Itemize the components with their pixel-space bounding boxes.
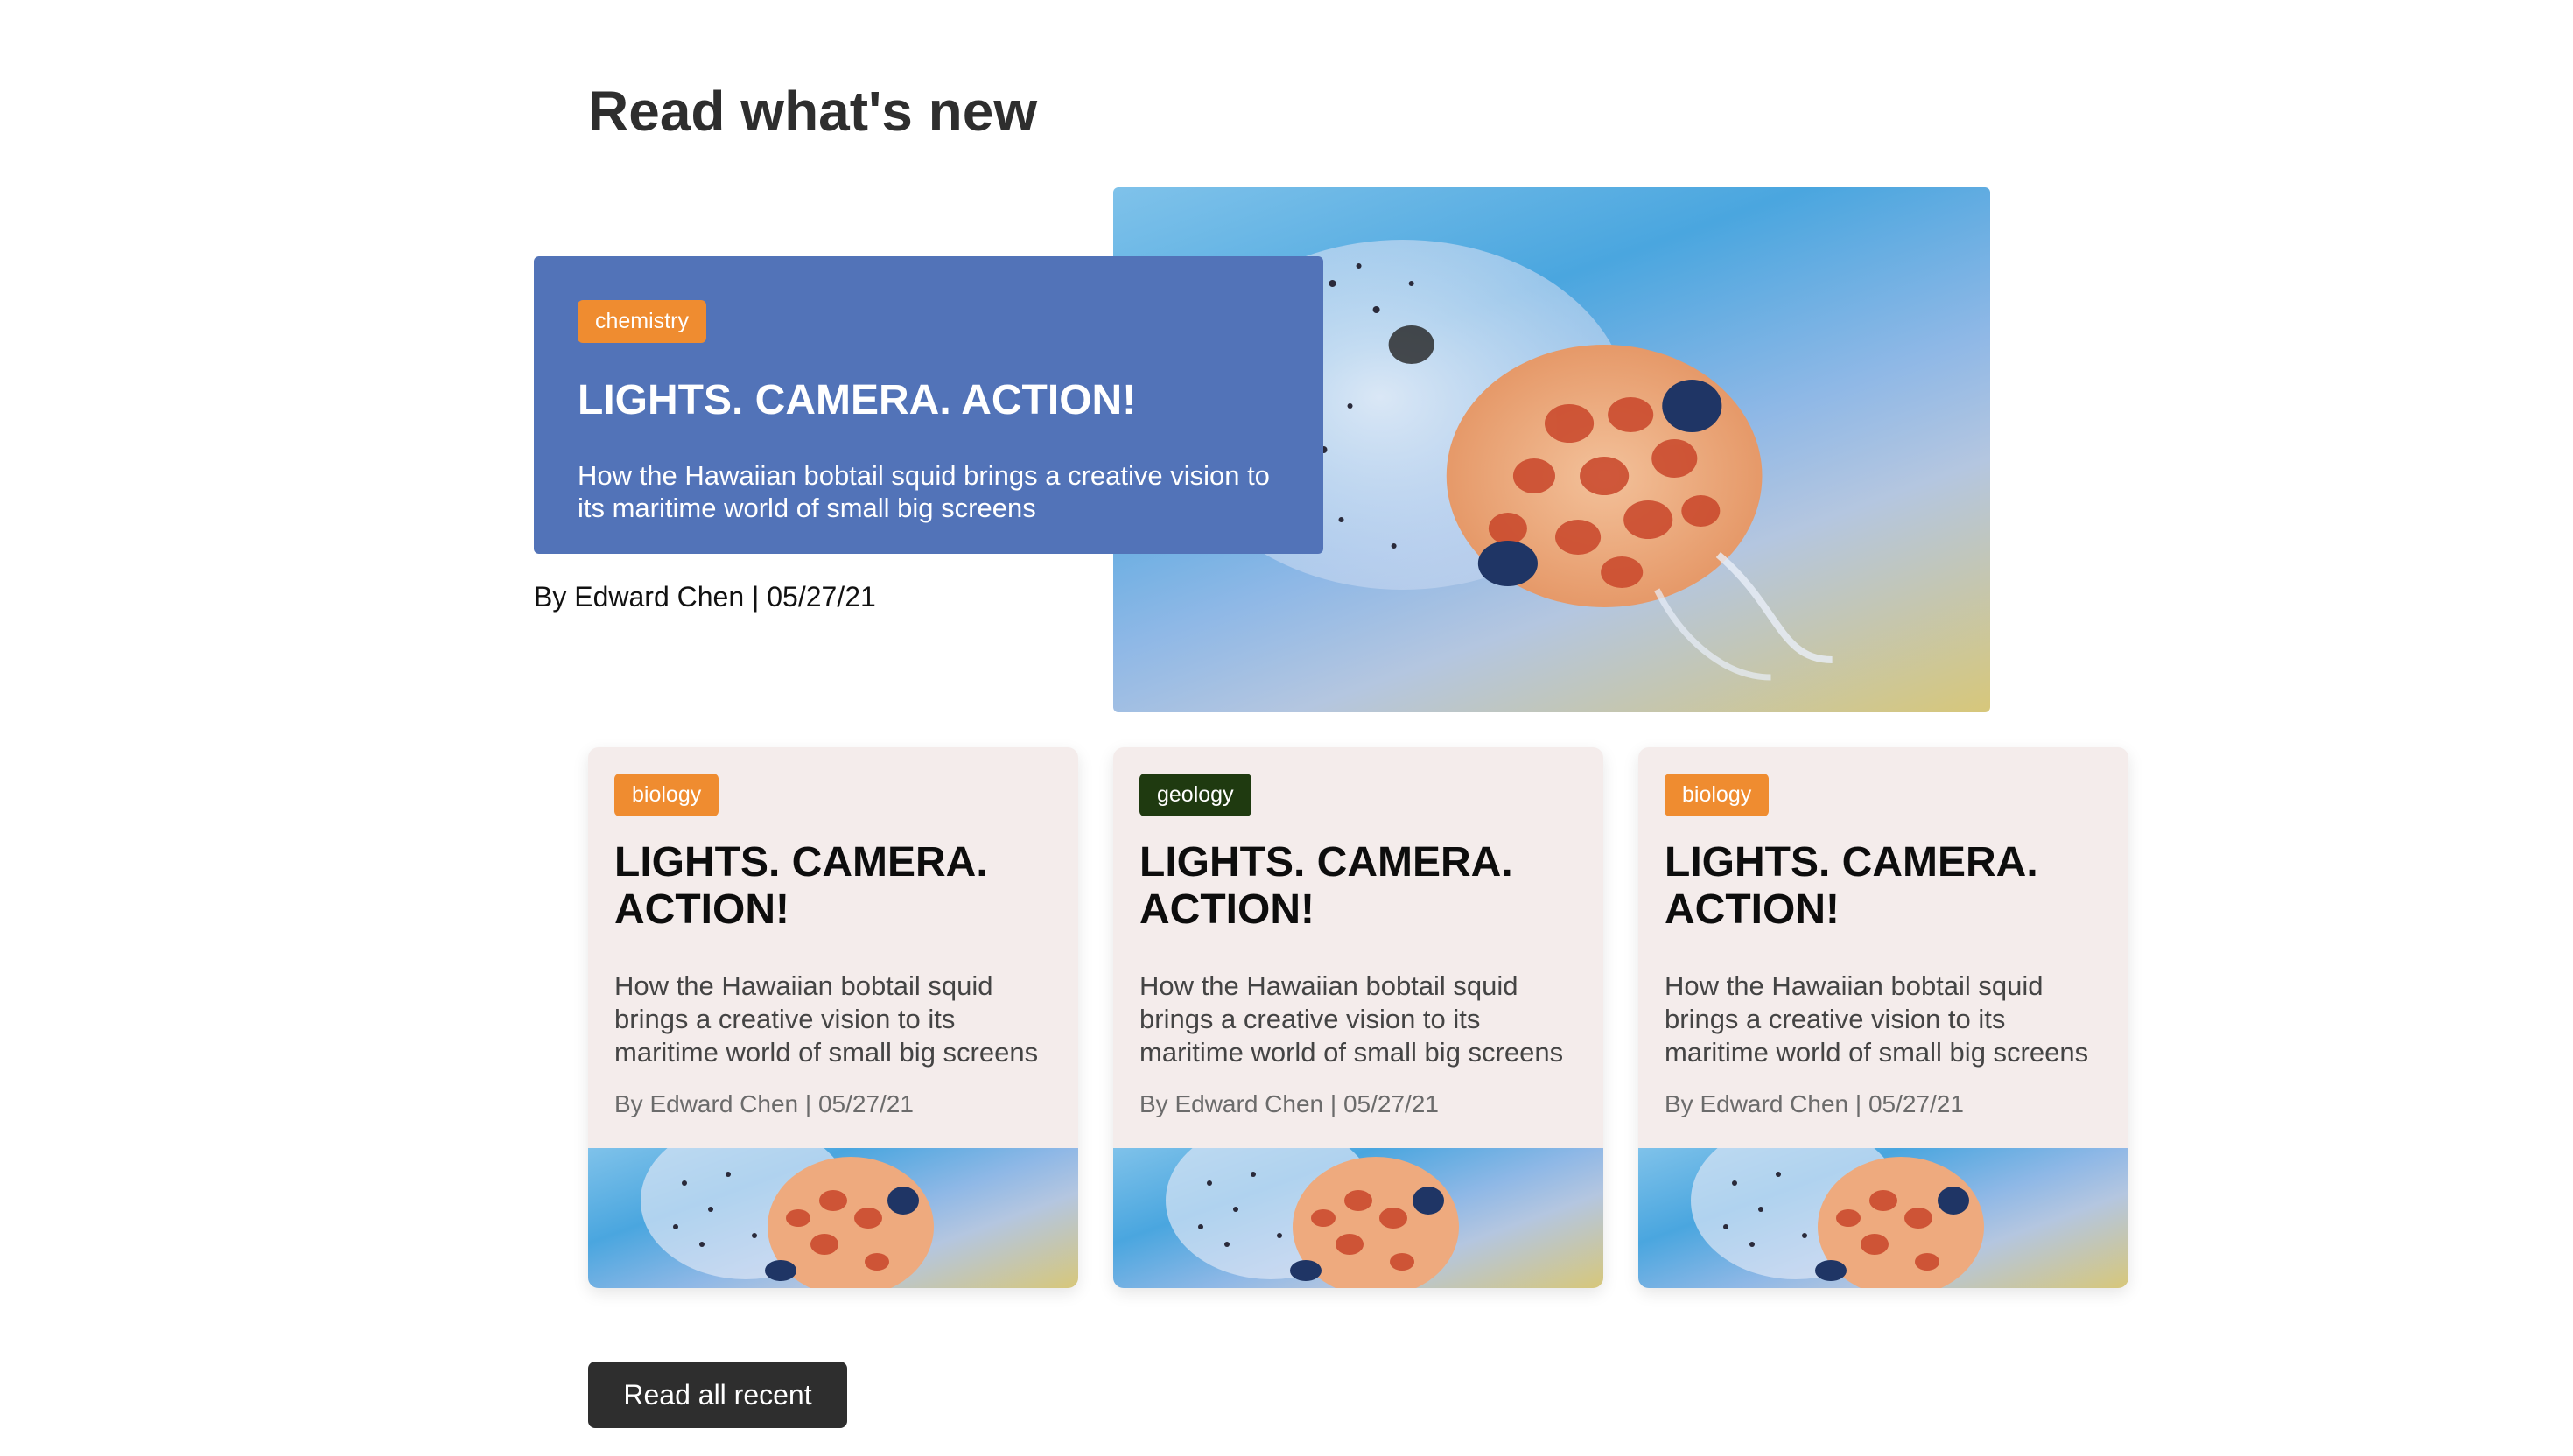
article-description: How the Hawaiian bobtail squid brings a … (614, 970, 1039, 1068)
article-title[interactable]: LIGHTS. CAMERA. ACTION! (1665, 839, 2102, 934)
article-card[interactable]: biology LIGHTS. CAMERA. ACTION! How the … (1638, 747, 2128, 1288)
article-card[interactable]: biology LIGHTS. CAMERA. ACTION! How the … (588, 747, 1078, 1288)
read-all-recent-button[interactable]: Read all recent (588, 1362, 847, 1428)
featured-article-description: How the Hawaiian bobtail squid brings a … (578, 459, 1270, 524)
category-tag[interactable]: biology (1665, 774, 1770, 816)
category-tag[interactable]: geology (1139, 774, 1251, 816)
article-title[interactable]: LIGHTS. CAMERA. ACTION! (1139, 839, 1577, 934)
article-card[interactable]: geology LIGHTS. CAMERA. ACTION! How the … (1113, 747, 1603, 1288)
article-title[interactable]: LIGHTS. CAMERA. ACTION! (614, 839, 1052, 934)
article-image[interactable] (1113, 1148, 1603, 1288)
article-image[interactable] (588, 1148, 1078, 1288)
category-tag[interactable]: biology (614, 774, 719, 816)
article-byline: By Edward Chen | 05/27/21 (1139, 1089, 1439, 1117)
article-byline: By Edward Chen | 05/27/21 (614, 1089, 914, 1117)
featured-article-byline: By Edward Chen | 05/27/21 (534, 581, 876, 612)
page: Read what's new chemistry LIGHTS. CAMERA… (0, 0, 2573, 1456)
featured-article-title[interactable]: LIGHTS. CAMERA. ACTION! (578, 377, 1279, 424)
article-description: How the Hawaiian bobtail squid brings a … (1139, 970, 1564, 1068)
featured-article-card[interactable]: chemistry LIGHTS. CAMERA. ACTION! How th… (534, 256, 1323, 554)
category-tag[interactable]: chemistry (578, 300, 706, 343)
article-description: How the Hawaiian bobtail squid brings a … (1665, 970, 2089, 1068)
section-title: Read what's new (588, 80, 1038, 143)
article-byline: By Edward Chen | 05/27/21 (1665, 1089, 1964, 1117)
article-image[interactable] (1638, 1148, 2128, 1288)
